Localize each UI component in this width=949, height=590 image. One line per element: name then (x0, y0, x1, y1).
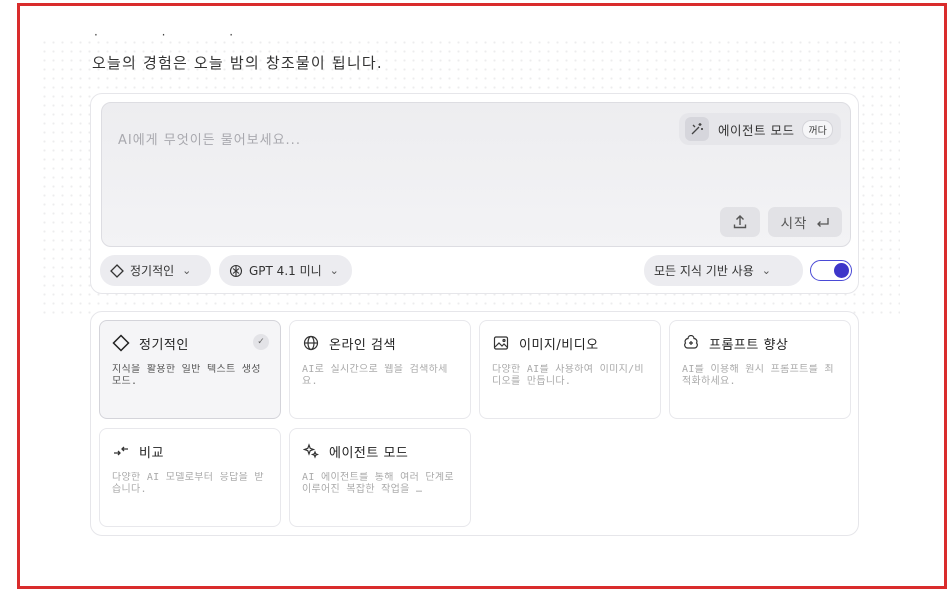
openai-logo-icon (229, 264, 243, 277)
agent-mode-label: 에이전트 모드 (718, 122, 795, 138)
start-button[interactable]: 시작 (768, 207, 842, 237)
prompt-card: AI에게 무엇이든 물어보세요... 에이전트 모드 꺼다 시작 정기적인 ⌄ … (90, 93, 859, 294)
page-headline: 오늘의 경험은 오늘 밤의 창조물이 됩니다. (92, 54, 383, 72)
agent-mode-toggle[interactable]: 에이전트 모드 꺼다 (679, 113, 841, 145)
mode-grid: 정기적인 ✓ 지식을 활용한 일반 텍스트 생성 모드. 온라인 검색 AI로 … (90, 311, 859, 536)
diamond-icon (111, 333, 131, 353)
mode-card-image-video[interactable]: 이미지/비디오 다양한 AI를 사용하여 이미지/비디오를 만듭니다. (479, 320, 661, 419)
mode-description: 지식을 활용한 일반 텍스트 생성 모드. (112, 364, 261, 387)
mode-dropdown[interactable]: 정기적인 ⌄ (100, 255, 211, 286)
sparkle-brain-icon (681, 333, 701, 353)
agent-mode-state-badge: 꺼다 (802, 119, 833, 139)
mode-card-regular[interactable]: 정기적인 ✓ 지식을 활용한 일반 텍스트 생성 모드. (99, 320, 281, 419)
mode-description: AI를 이용해 원시 프롬프트를 최적화하세요. (682, 364, 834, 387)
mode-title: 에이전트 모드 (329, 445, 409, 461)
chevron-down-icon: ⌄ (329, 264, 339, 277)
mode-title: 비교 (139, 445, 164, 461)
mode-title: 정기적인 (139, 337, 189, 353)
compare-icon (111, 441, 131, 461)
mode-card-prompt-enhance[interactable]: 프롬프트 향상 AI를 이용해 원시 프롬프트를 최적화하세요. (669, 320, 851, 419)
upload-button[interactable] (720, 207, 760, 237)
prompt-input[interactable]: AI에게 무엇이든 물어보세요... 에이전트 모드 꺼다 시작 (101, 102, 851, 247)
knowledge-base-toggle[interactable] (810, 260, 852, 281)
mode-card-compare[interactable]: 비교 다양한 AI 모델로부터 응답을 받습니다. (99, 428, 281, 527)
chevron-down-icon: ⌄ (182, 264, 192, 277)
mode-title: 온라인 검색 (329, 337, 396, 353)
start-label: 시작 (780, 216, 808, 232)
mode-card-online-search[interactable]: 온라인 검색 AI로 실시간으로 웹을 검색하세요. (289, 320, 471, 419)
model-dropdown-label: GPT 4.1 미니 (249, 264, 322, 278)
diamond-icon (110, 263, 124, 278)
mode-title: 이미지/비디오 (519, 337, 599, 353)
clipped-heading: · · · (94, 30, 264, 38)
prompt-placeholder: AI에게 무엇이든 물어보세요... (118, 133, 301, 148)
mode-title: 프롬프트 향상 (709, 337, 789, 353)
magic-wand-icon (685, 117, 709, 141)
mode-dropdown-label: 정기적인 (130, 264, 175, 278)
check-icon: ✓ (253, 334, 269, 350)
enter-icon (817, 218, 830, 227)
mode-description: 다양한 AI 모델로부터 응답을 받습니다. (112, 472, 264, 495)
model-dropdown[interactable]: GPT 4.1 미니 ⌄ (219, 255, 352, 286)
knowledge-base-dropdown[interactable]: 모든 지식 기반 사용 ⌄ (644, 255, 803, 286)
mode-description: AI 에이전트를 통해 여러 단계로 이루어진 복잡한 작업을 … (302, 472, 454, 495)
knowledge-base-label: 모든 지식 기반 사용 (654, 264, 754, 278)
upload-icon (733, 215, 747, 229)
mode-description: AI로 실시간으로 웹을 검색하세요. (302, 364, 448, 387)
agent-sparkle-icon (301, 441, 321, 461)
chevron-down-icon: ⌄ (761, 264, 771, 277)
mode-description: 다양한 AI를 사용하여 이미지/비디오를 만듭니다. (492, 364, 644, 387)
image-icon (491, 333, 511, 353)
mode-card-agent[interactable]: 에이전트 모드 AI 에이전트를 통해 여러 단계로 이루어진 복잡한 작업을 … (289, 428, 471, 527)
toggle-knob (834, 262, 849, 278)
globe-icon (301, 333, 321, 353)
